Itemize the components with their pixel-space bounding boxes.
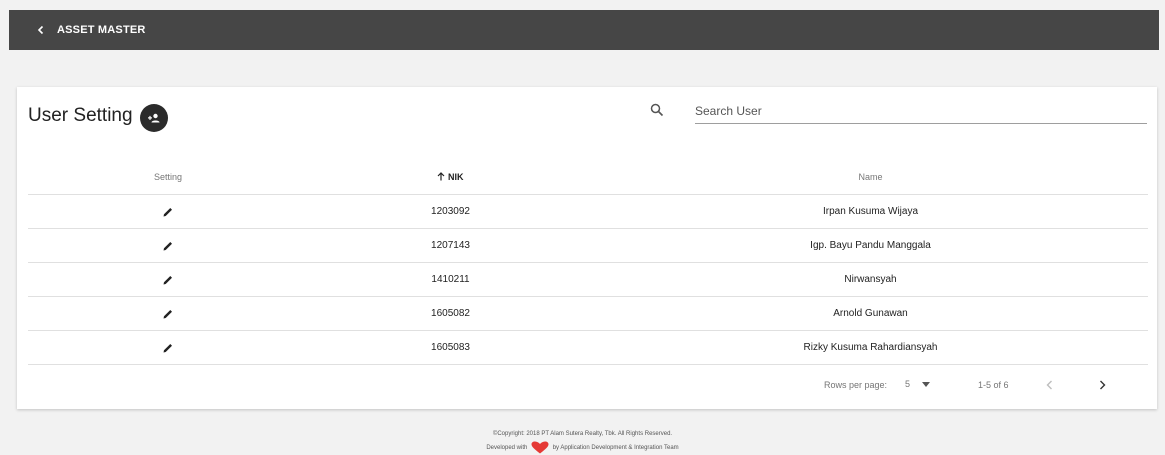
next-page-button[interactable]	[1092, 375, 1112, 395]
pencil-icon	[163, 241, 172, 250]
previous-page-button[interactable]	[1040, 375, 1060, 395]
table-row: 1203092 Irpan Kusuma Wijaya	[28, 194, 1148, 229]
edit-button[interactable]	[159, 237, 177, 255]
user-table: Setting NIK Name 1203092 Irpan Kusuma Wi…	[28, 160, 1148, 365]
person-add-icon	[148, 113, 160, 123]
caret-down-icon	[922, 382, 930, 387]
name-cell: Rizky Kusuma Rahardiansyah	[593, 330, 1148, 365]
setting-cell	[28, 330, 308, 365]
rows-per-page-value: 5	[905, 379, 911, 389]
name-cell: Irpan Kusuma Wijaya	[593, 194, 1148, 229]
back-button[interactable]	[21, 10, 61, 50]
name-cell: Igp. Bayu Pandu Manggala	[593, 228, 1148, 263]
developed-with-line: Developed with by Application Developmen…	[0, 441, 1165, 455]
nik-cell: 1605082	[308, 296, 593, 331]
column-header-nik[interactable]: NIK	[308, 160, 593, 195]
column-header-name: Name	[593, 160, 1148, 195]
nik-cell: 1605083	[308, 330, 593, 365]
column-header-nik-label: NIK	[448, 172, 464, 182]
search-input[interactable]	[695, 101, 1147, 124]
table-row: 1605083 Rizky Kusuma Rahardiansyah	[28, 330, 1148, 365]
pencil-icon	[163, 207, 172, 216]
edit-button[interactable]	[159, 305, 177, 323]
edit-button[interactable]	[159, 203, 177, 221]
add-user-button[interactable]	[140, 104, 168, 132]
pencil-icon	[163, 309, 172, 318]
page-footer: ©Copyright: 2018 PT Alam Sutera Realty, …	[0, 427, 1165, 455]
setting-cell	[28, 194, 308, 229]
user-setting-card: User Setting Setting	[17, 87, 1157, 409]
nik-cell: 1203092	[308, 194, 593, 229]
rows-per-page-label: Rows per page:	[824, 380, 888, 390]
table-row: 1410211 Nirwansyah	[28, 262, 1148, 297]
chevron-left-icon	[1046, 380, 1052, 390]
search-icon	[650, 103, 670, 123]
heart-icon	[531, 441, 549, 454]
copyright-text: ©Copyright: 2018 PT Alam Sutera Realty, …	[492, 431, 673, 437]
name-cell: Nirwansyah	[593, 262, 1148, 297]
pencil-icon	[163, 343, 172, 352]
nik-cell: 1207143	[308, 228, 593, 263]
name-cell: Arnold Gunawan	[593, 296, 1148, 331]
developed-prefix: Developed with	[486, 445, 528, 452]
arrow-up-icon	[438, 172, 445, 181]
chevron-right-icon	[1100, 380, 1106, 390]
table-row: 1605082 Arnold Gunawan	[28, 296, 1148, 331]
edit-button[interactable]	[159, 339, 177, 357]
card-header: User Setting	[17, 87, 1157, 147]
table-header-row: Setting NIK Name	[28, 160, 1148, 195]
setting-cell	[28, 296, 308, 331]
app-title: ASSET MASTER	[57, 24, 146, 36]
edit-button[interactable]	[159, 271, 177, 289]
setting-cell	[28, 262, 308, 297]
page-range: 1-5 of 6	[978, 380, 1009, 390]
search-bar	[650, 101, 1147, 124]
developed-suffix: by Application Development & Integration…	[552, 445, 679, 452]
chevron-left-icon	[37, 25, 44, 35]
pencil-icon	[163, 275, 172, 284]
column-header-setting: Setting	[28, 160, 308, 195]
table-row: 1207143 Igp. Bayu Pandu Manggala	[28, 228, 1148, 263]
page-title: User Setting	[28, 105, 133, 126]
nik-cell: 1410211	[308, 262, 593, 297]
table-pagination: Rows per page: 5 1-5 of 6	[17, 368, 1157, 398]
rows-per-page-select[interactable]: 5	[902, 378, 942, 392]
app-toolbar: ASSET MASTER	[9, 10, 1159, 50]
setting-cell	[28, 228, 308, 263]
